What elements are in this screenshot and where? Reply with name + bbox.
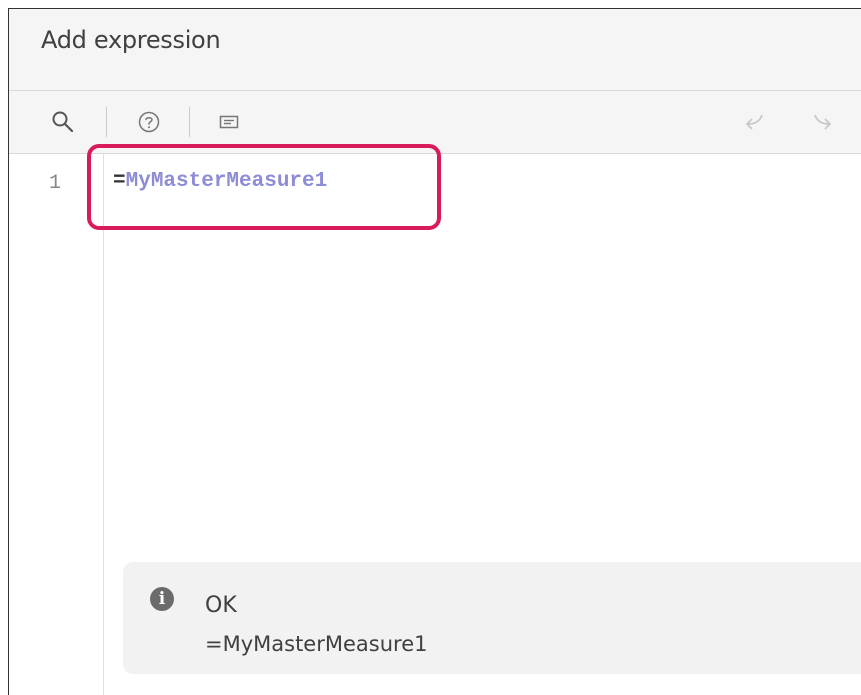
expression-editor[interactable]: 1 =MyMasterMeasure1 i OK =MyMasterMeasur… [9,144,861,695]
master-measure-token[interactable]: MyMasterMeasure1 [126,170,328,193]
toolbar-divider [189,107,190,137]
info-icon: i [150,587,174,611]
status-title: OK [205,593,237,618]
line-number: 1 [49,172,62,195]
dialog-title: Add expression [41,26,221,54]
search-icon[interactable] [49,108,77,136]
status-expression: =MyMasterMeasure1 [205,632,428,656]
line-number-gutter: 1 [9,154,104,695]
toolbar-divider [106,107,107,137]
code-equals-sign: = [113,170,126,193]
dialog-header: Add expression [9,9,861,91]
help-icon[interactable] [135,108,163,136]
expression-status-panel: i OK =MyMasterMeasure1 [123,562,861,674]
redo-icon[interactable] [807,108,835,136]
comment-icon[interactable] [215,108,243,136]
expression-toolbar [9,91,861,154]
expression-dialog: Add expression 1 =MyMasterMeasure1 i OK … [8,8,861,695]
expression-code-line[interactable]: =MyMasterMeasure1 [113,170,327,193]
undo-icon[interactable] [742,108,770,136]
